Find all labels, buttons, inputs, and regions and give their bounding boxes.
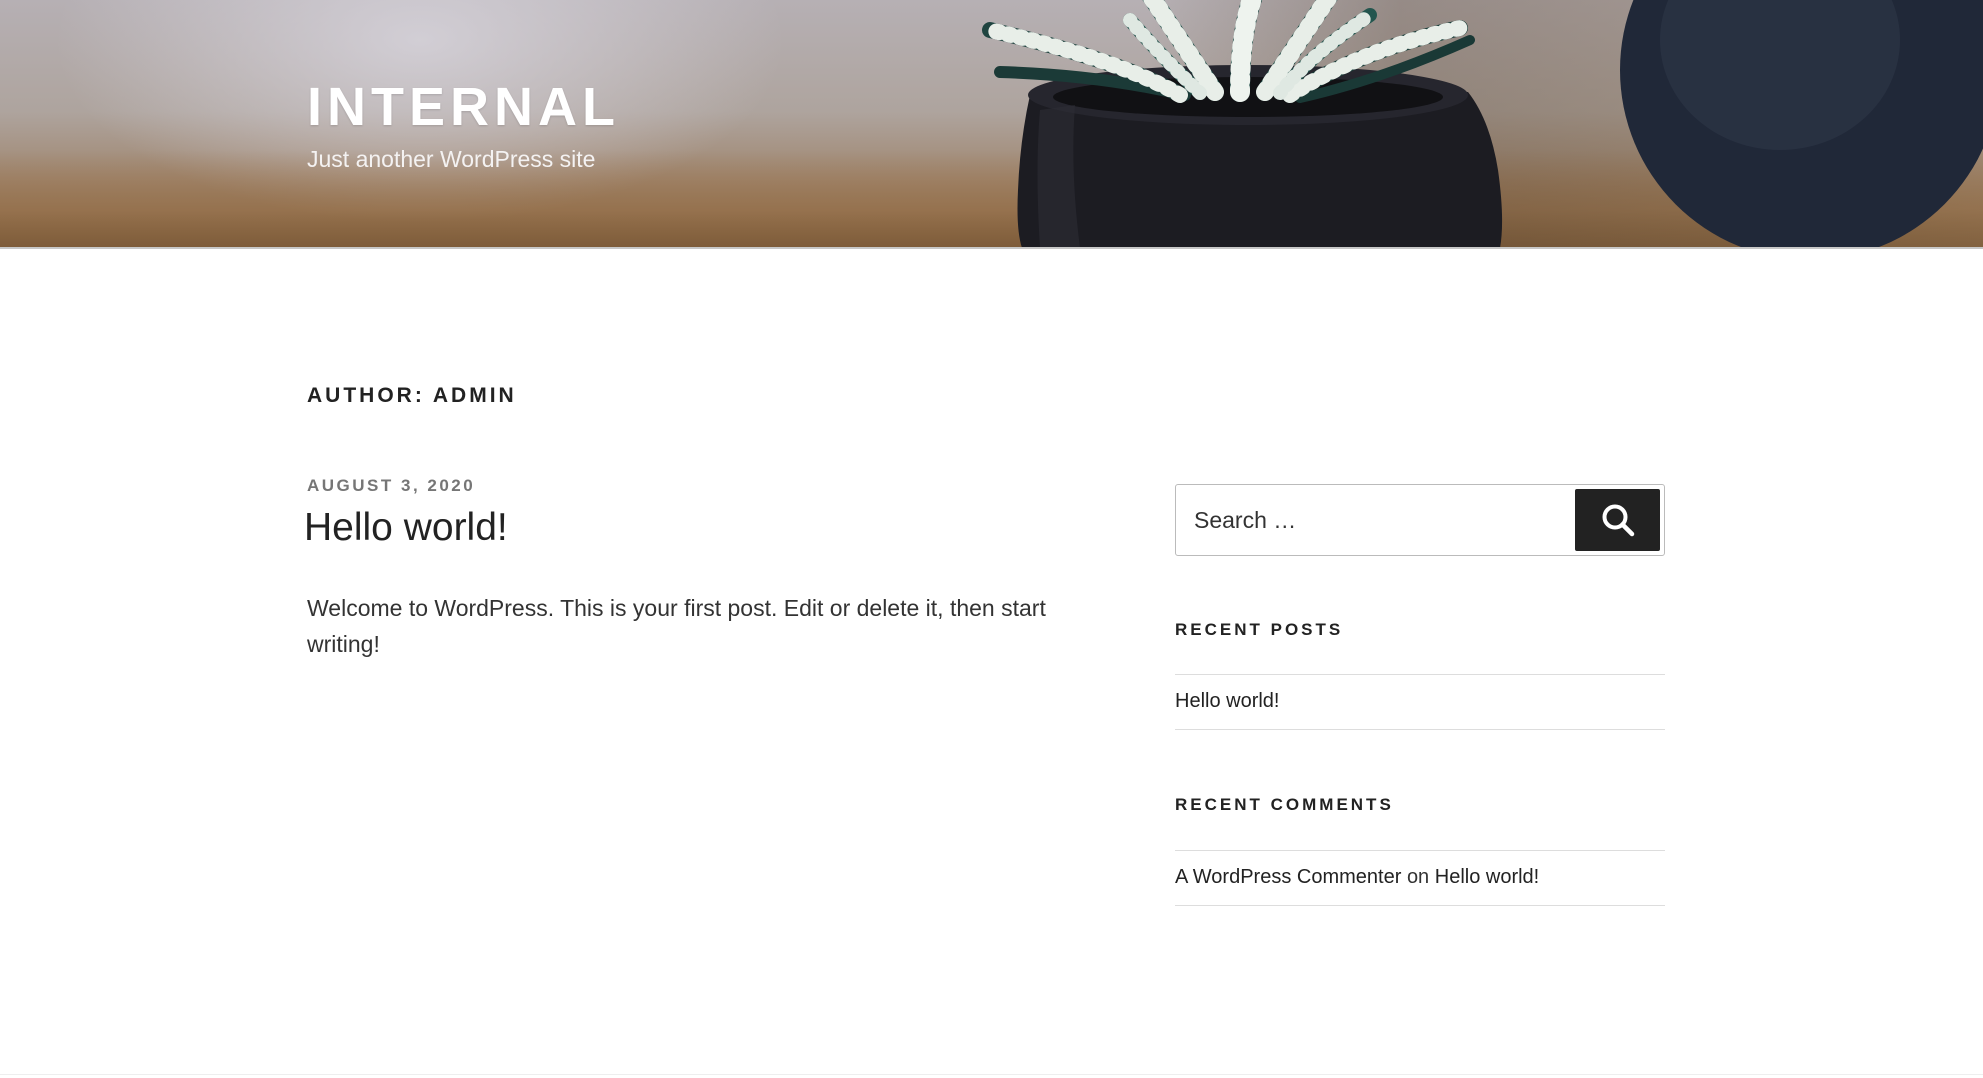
widget-divider [1175,850,1665,851]
widget-divider [1175,729,1665,730]
post-excerpt: Welcome to WordPress. This is your first… [307,595,1046,657]
site-tagline: Just another WordPress site [307,146,596,172]
widget-divider [1175,905,1665,906]
post-title-link[interactable]: Hello world! [304,506,508,550]
site-header: INTERNAL Just another WordPress site [0,0,1983,248]
post-date-link[interactable]: AUGUST 3, 2020 [307,476,475,496]
comment-connector: on [1406,866,1430,888]
search-icon [1602,504,1634,537]
recent-post-link[interactable]: Hello world! [1175,690,1279,713]
site-title[interactable]: INTERNAL [307,76,620,138]
header-plant-image [982,0,1983,248]
recent-comment-item: A WordPress Commenter on Hello world! [1175,866,1539,889]
comment-author-link[interactable]: A WordPress Commenter [1175,866,1401,888]
search-input[interactable] [1176,485,1576,555]
search-button[interactable] [1575,489,1660,551]
recent-posts-title: RECENT POSTS [1175,620,1344,639]
footer-divider [0,1074,1983,1075]
header-divider [0,247,1983,249]
widget-divider [1175,674,1665,675]
page-title: AUTHOR: ADMIN [307,384,517,407]
comment-post-link[interactable]: Hello world! [1435,866,1539,888]
recent-comments-title: RECENT COMMENTS [1175,795,1394,814]
search-form [1175,484,1665,556]
